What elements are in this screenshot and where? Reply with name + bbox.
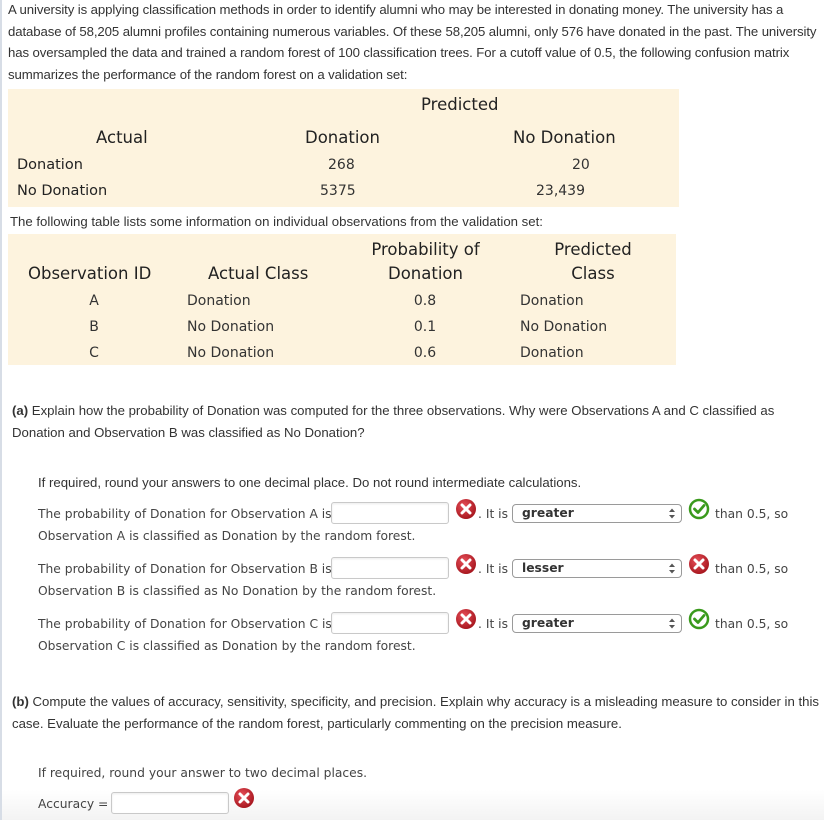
part-a-label: (a) bbox=[12, 403, 29, 418]
part-a-instruction: If required, round your answers to one d… bbox=[38, 475, 582, 490]
select-arrows-icon bbox=[669, 508, 675, 519]
item-a-prefix: The probability of Donation for Observat… bbox=[38, 507, 332, 521]
item-b-it-is: . It is bbox=[478, 562, 508, 576]
header-probability-line2: Donation bbox=[388, 264, 463, 283]
row-label-no-donation: No Donation bbox=[17, 183, 108, 199]
item-c-suffix: than 0.5, so bbox=[715, 617, 789, 631]
obs-actual: No Donation bbox=[187, 319, 275, 335]
comparison-c-select[interactable]: greater bbox=[512, 614, 682, 633]
obs-id: A bbox=[89, 293, 99, 309]
item-c-conclusion: Observation C is classified as Donation … bbox=[38, 639, 416, 653]
header-actual-class: Actual Class bbox=[208, 264, 309, 283]
comparison-a-select[interactable]: greater bbox=[512, 504, 682, 523]
observations-table: Observation ID Actual Class Probability … bbox=[8, 234, 676, 365]
obs-actual: No Donation bbox=[187, 345, 275, 361]
cell-tn: 23,439 bbox=[536, 183, 585, 199]
correct-icon bbox=[688, 498, 710, 520]
obs-prob: 0.6 bbox=[413, 345, 437, 361]
select-value: greater bbox=[522, 506, 574, 520]
item-a-it-is: . It is bbox=[478, 507, 508, 521]
comparison-b-select[interactable]: lesser bbox=[512, 559, 682, 578]
header-predicted-line1: Predicted bbox=[554, 240, 632, 259]
probability-a-input[interactable] bbox=[331, 502, 449, 524]
part-b-instruction: If required, round your answer to two de… bbox=[38, 766, 368, 780]
select-value: greater bbox=[522, 616, 574, 630]
accuracy-input[interactable] bbox=[111, 792, 229, 814]
obs-id: C bbox=[89, 345, 99, 361]
header-probability-line1: Probability of bbox=[371, 240, 480, 259]
obs-actual: Donation bbox=[187, 293, 251, 309]
accuracy-label: Accuracy = bbox=[38, 797, 109, 811]
obs-prob: 0.8 bbox=[413, 293, 437, 309]
obs-prob: 0.1 bbox=[413, 319, 437, 335]
observations-intro: The following table lists some informati… bbox=[10, 214, 543, 229]
incorrect-icon bbox=[455, 608, 477, 630]
cell-tp: 268 bbox=[328, 157, 355, 173]
item-b-suffix: than 0.5, so bbox=[715, 562, 789, 576]
item-a-conclusion: Observation A is classified as Donation … bbox=[38, 529, 416, 543]
cell-fp: 5375 bbox=[320, 183, 356, 199]
predicted-header: Predicted bbox=[421, 95, 499, 114]
col-header-donation: Donation bbox=[305, 128, 380, 147]
col-header-no-donation: No Donation bbox=[513, 128, 616, 147]
confusion-matrix-table: Predicted Actual Donation No Donation Do… bbox=[8, 89, 679, 207]
part-b-question: (b) Compute the values of accuracy, sens… bbox=[12, 691, 824, 734]
part-a-question: (a) Explain how the probability of Donat… bbox=[12, 400, 822, 443]
obs-predicted: Donation bbox=[520, 345, 584, 361]
select-arrows-icon bbox=[669, 618, 675, 629]
incorrect-icon bbox=[233, 787, 255, 809]
problem-intro: A university is applying classification … bbox=[8, 2, 817, 82]
header-predicted-line2: Class bbox=[571, 264, 615, 283]
incorrect-icon bbox=[455, 553, 477, 575]
part-b-label: (b) bbox=[12, 694, 29, 709]
part-a-text: Explain how the probability of Donation … bbox=[12, 403, 775, 440]
incorrect-icon bbox=[688, 553, 710, 575]
part-b-text: Compute the values of accuracy, sensitiv… bbox=[12, 694, 819, 731]
obs-id: B bbox=[89, 319, 99, 335]
header-observation-id: Observation ID bbox=[28, 264, 152, 283]
question-page: A university is applying classification … bbox=[0, 0, 824, 820]
obs-predicted: Donation bbox=[520, 293, 584, 309]
cell-fn: 20 bbox=[572, 157, 590, 173]
item-c-it-is: . It is bbox=[478, 617, 508, 631]
actual-header: Actual bbox=[96, 128, 148, 147]
obs-predicted: No Donation bbox=[520, 319, 608, 335]
item-b-prefix: The probability of Donation for Observat… bbox=[38, 562, 332, 576]
correct-icon bbox=[688, 608, 710, 630]
item-a-suffix: than 0.5, so bbox=[715, 507, 789, 521]
probability-c-input[interactable] bbox=[331, 612, 449, 634]
incorrect-icon bbox=[455, 498, 477, 520]
probability-b-input[interactable] bbox=[331, 557, 449, 579]
item-c-prefix: The probability of Donation for Observat… bbox=[38, 617, 332, 631]
item-b-conclusion: Observation B is classified as No Donati… bbox=[38, 584, 437, 598]
select-value: lesser bbox=[522, 561, 564, 575]
row-label-donation: Donation bbox=[17, 157, 83, 173]
select-arrows-icon bbox=[669, 563, 675, 574]
